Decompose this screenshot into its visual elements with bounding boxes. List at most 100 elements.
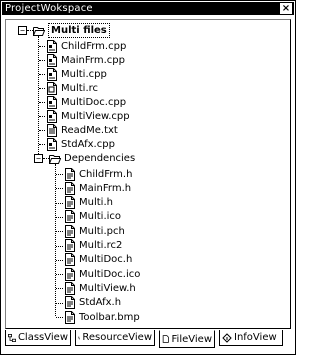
tree-guide-line — [55, 164, 56, 316]
tree-file-item[interactable]: StdAfx.cpp — [46, 137, 115, 151]
tree-connector — [39, 116, 45, 117]
root-label: Multi files — [48, 22, 110, 38]
tree-file-item[interactable]: ChildFrm.h — [64, 167, 132, 181]
tree-file-item[interactable]: MultiView.h — [64, 281, 136, 295]
cpp-file-icon — [47, 67, 57, 81]
tree-file-item[interactable]: Multi.ico — [64, 210, 121, 224]
tree-file-item[interactable]: Multi.rc2 — [64, 239, 122, 253]
tree-connector — [56, 302, 63, 304]
file-name: Multi.rc2 — [79, 240, 123, 251]
dependencies-folder[interactable]: Dependencies — [49, 151, 135, 165]
file-name: Multi.ico — [79, 211, 122, 223]
tree-file-item[interactable]: MainFrm.h — [64, 181, 131, 195]
tree-file-item[interactable]: ChildFrm.cpp — [46, 39, 126, 53]
tree-connector — [56, 202, 63, 204]
header-file-icon — [65, 239, 75, 252]
cpp-file-icon — [47, 137, 57, 151]
tree-connector — [39, 144, 45, 145]
file-name: StdAfx.h — [79, 297, 122, 309]
cpp-file-icon — [47, 53, 57, 67]
tree-file-item[interactable]: MainFrm.cpp — [46, 53, 125, 67]
tree-connector — [56, 216, 63, 218]
tree-connector — [39, 88, 45, 89]
header-file-icon — [65, 181, 75, 195]
file-name: Multi.pch — [79, 225, 125, 237]
class-icon — [8, 333, 16, 342]
folder-open-icon — [49, 154, 61, 164]
folder-open-icon — [33, 26, 45, 36]
tab-resourceview[interactable]: ResourceView — [75, 330, 155, 346]
info-icon — [222, 332, 232, 343]
tab-classview[interactable]: ClassView — [5, 330, 71, 346]
tree-connector — [56, 231, 63, 233]
tree-file-item[interactable]: MultiDoc.cpp — [46, 95, 126, 109]
tree-connector — [56, 317, 63, 318]
tree-guide-line — [38, 36, 39, 158]
tree-file-item[interactable]: Multi.h — [64, 196, 113, 210]
header-file-icon — [65, 296, 75, 310]
header-file-icon — [65, 210, 75, 224]
header-file-icon — [65, 253, 75, 267]
cpp-file-icon — [47, 95, 57, 109]
file-tree[interactable]: − Multi files − Dependencies ChildFrm.cp… — [5, 19, 291, 329]
close-button[interactable]: × — [280, 3, 292, 14]
tree-file-item[interactable]: MultiDoc.h — [64, 253, 132, 267]
tab-label: FileView — [171, 333, 212, 345]
tab-infoview[interactable]: InfoView — [219, 330, 283, 346]
rc-file-icon — [47, 81, 57, 95]
tree-connector — [56, 274, 63, 276]
file-name: Multi.rc — [61, 82, 99, 94]
file-name: MultiDoc.cpp — [61, 96, 127, 108]
file-name: MainFrm.cpp — [61, 54, 125, 66]
resource-icon — [78, 336, 81, 339]
tree-connector — [39, 102, 45, 103]
file-name: ReadMe.txt — [61, 124, 118, 136]
tree-file-item[interactable]: Multi.rc — [46, 81, 98, 95]
tree-file-item[interactable]: MultiDoc.ico — [64, 267, 140, 281]
tab-fileview[interactable]: FileView — [159, 330, 215, 348]
dependencies-collapse-toggle[interactable]: − — [34, 154, 43, 163]
cpp-file-icon — [47, 109, 57, 123]
view-tab-bar: ClassView ResourceView FileView InfoView — [5, 330, 291, 348]
header-file-icon — [65, 167, 75, 181]
file-name: MultiDoc.h — [79, 254, 133, 266]
cpp-file-icon — [47, 39, 57, 53]
file-name: MultiView.h — [79, 282, 136, 294]
file-name: MultiDoc.ico — [79, 268, 141, 280]
header-file-icon — [65, 281, 75, 295]
tab-label: ResourceView — [82, 332, 152, 343]
root-collapse-toggle[interactable]: − — [18, 26, 27, 35]
tree-connector — [56, 288, 63, 290]
file-name: MainFrm.h — [79, 182, 132, 194]
window-title: ProjectWokspace — [5, 3, 93, 14]
tree-connector — [56, 174, 63, 175]
header-file-icon — [65, 267, 75, 281]
tree-file-item[interactable]: Toolbar.bmp — [64, 310, 140, 324]
dependencies-label: Dependencies — [64, 152, 136, 164]
file-name: ChildFrm.h — [79, 168, 133, 180]
tree-connector — [56, 188, 63, 190]
project-workspace-window: ProjectWokspace × − Multi files − Depend… — [0, 0, 296, 355]
tree-connector — [56, 259, 63, 261]
file-name: Multi.cpp — [61, 68, 107, 80]
file-name: Multi.h — [79, 197, 113, 209]
header-file-icon — [65, 196, 75, 210]
tree-connector — [39, 130, 45, 131]
file-name: ChildFrm.cpp — [61, 40, 127, 52]
file-name: StdAfx.cpp — [61, 138, 115, 150]
file-name: MultiView.cpp — [61, 110, 130, 122]
tree-root[interactable]: Multi files — [33, 22, 110, 38]
title-bar[interactable]: ProjectWokspace × — [2, 2, 294, 15]
tree-file-item[interactable]: Multi.cpp — [46, 67, 107, 81]
tree-file-item[interactable]: MultiView.cpp — [46, 109, 130, 123]
tab-label: InfoView — [234, 332, 277, 343]
tree-file-item[interactable]: Multi.pch — [64, 224, 125, 238]
tab-label: ClassView — [17, 332, 68, 343]
tree-connector — [56, 245, 63, 247]
tree-file-item[interactable]: StdAfx.h — [64, 296, 121, 310]
header-file-icon — [65, 310, 75, 324]
tree-connector — [39, 46, 45, 47]
text-file-icon — [47, 123, 57, 137]
file-icon — [162, 335, 169, 343]
tree-file-item[interactable]: ReadMe.txt — [46, 123, 118, 137]
